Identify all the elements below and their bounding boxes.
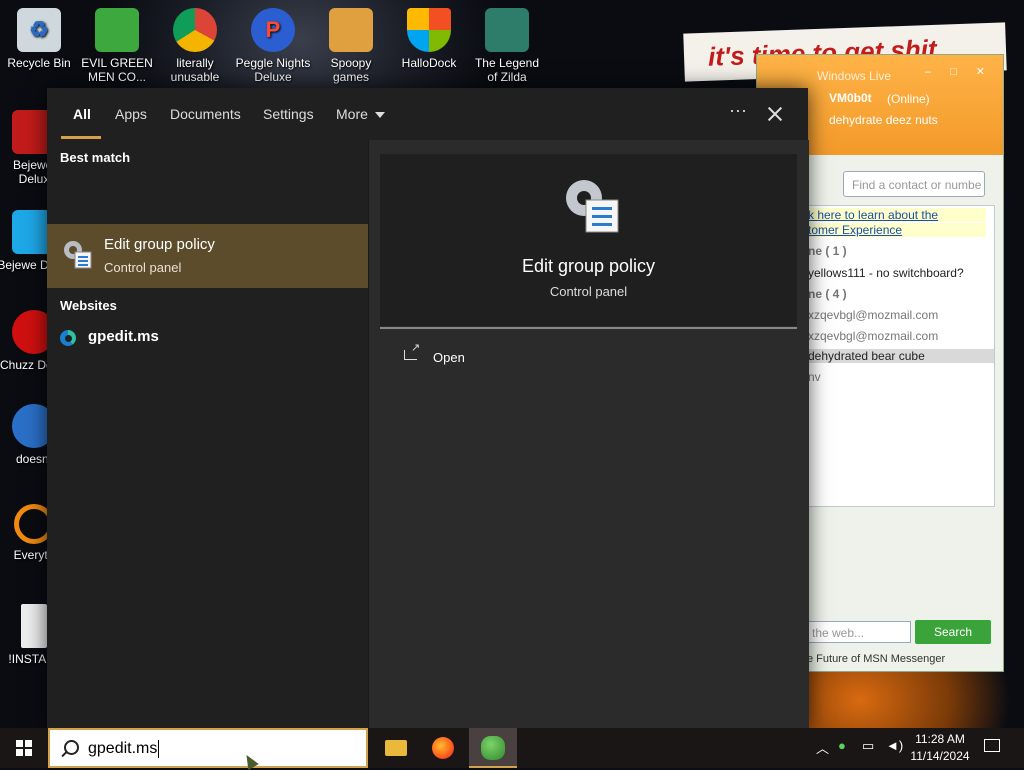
search-tabs: All Apps Documents Settings More ··· — [47, 88, 808, 140]
best-match-subtitle: Control panel — [104, 260, 182, 275]
open-icon — [404, 341, 420, 360]
windows-logo-icon — [16, 740, 32, 756]
clock-time[interactable]: 11:28 AM — [912, 732, 968, 746]
group-policy-icon — [64, 241, 92, 269]
msn-display-name[interactable]: VM0b0t — [829, 91, 872, 105]
close-icon[interactable] — [759, 98, 791, 130]
search-flyout[interactable]: All Apps Documents Settings More ··· Bes… — [47, 88, 809, 728]
active-tab-indicator — [61, 136, 101, 139]
msn-contact[interactable]: xzqevbgl@mozmail.com — [808, 329, 938, 343]
desktop-icon-chrome[interactable]: literally unusable — [157, 8, 233, 84]
tab-more-label: More — [336, 106, 368, 122]
desktop-icon-hallodock[interactable]: HalloDock — [391, 8, 467, 70]
taskbar-firefox[interactable] — [419, 728, 467, 768]
websites-heading: Websites — [60, 298, 117, 313]
text-caret — [158, 740, 160, 758]
desktop-icon-recycle-bin[interactable]: ♻ Recycle Bin — [1, 8, 77, 70]
network-icon[interactable]: ▭ — [862, 738, 874, 754]
tab-all[interactable]: All — [73, 106, 91, 122]
msn-info-link-2[interactable]: tomer Experience — [808, 223, 986, 237]
zilda-icon — [485, 8, 529, 52]
folder-icon — [385, 740, 407, 756]
desktop-icon-label: HalloDock — [401, 56, 457, 70]
clock-date[interactable]: 11/14/2024 — [908, 749, 972, 763]
msn-tray-icon[interactable]: ● — [838, 738, 846, 753]
msn-find-contact-input[interactable]: Find a contact or numbe — [843, 171, 985, 197]
best-match-heading: Best match — [60, 150, 131, 165]
volume-icon[interactable]: ◄) — [886, 738, 903, 753]
desktop-icon-evil-green-men[interactable]: EVIL GREEN MEN CO... — [79, 8, 155, 84]
start-button[interactable] — [0, 728, 48, 768]
tab-apps[interactable]: Apps — [115, 106, 147, 122]
tab-more[interactable]: More — [336, 106, 385, 122]
desktop-icon-label: Recycle Bin — [7, 56, 71, 70]
msn-status[interactable]: (Online) — [887, 92, 930, 106]
msn-people-icon — [95, 8, 139, 52]
msn-window-controls[interactable]: – □ ✕ — [925, 65, 993, 78]
taskbar-search-box[interactable]: gpedit.ms — [48, 728, 368, 768]
results-pane: Best match Edit group policy Control pan… — [47, 140, 368, 728]
best-match-title: Edit group policy — [104, 236, 215, 253]
chevron-down-icon — [374, 112, 385, 119]
taskbar-msn-messenger[interactable] — [469, 728, 517, 768]
text-document-icon — [21, 604, 47, 648]
desktop-icon-peggle[interactable]: P Peggle Nights Deluxe — [235, 8, 311, 84]
msn-window-title: Windows Live — [817, 69, 892, 83]
desktop-icon-legend-of-zilda[interactable]: The Legend of Zilda — [469, 8, 545, 84]
website-result-title: gpedit.ms — [88, 328, 159, 345]
tab-documents[interactable]: Documents — [170, 106, 241, 122]
preview-pane: Edit group policy Control panel Open — [368, 140, 809, 728]
firefox-icon — [432, 737, 454, 759]
msn-footer[interactable]: e Future of MSN Messenger — [807, 653, 945, 665]
preview-card: Edit group policy Control panel — [380, 154, 797, 326]
tab-settings[interactable]: Settings — [263, 106, 314, 122]
windows-shield-icon — [407, 8, 451, 52]
preview-subtitle: Control panel — [549, 284, 628, 299]
desktop-icon-label: Peggle Nights Deluxe — [235, 56, 311, 84]
open-action[interactable]: Open — [380, 340, 797, 376]
msn-group-online[interactable]: ne ( 1 ) — [808, 244, 847, 258]
msn-personal-message[interactable]: dehydrate deez nuts — [829, 113, 938, 127]
msn-contact[interactable]: xzqevbgl@mozmail.com — [808, 308, 938, 322]
msn-search-button[interactable]: Search — [915, 620, 991, 644]
notification-icon[interactable] — [984, 739, 1000, 752]
chrome-icon — [173, 8, 217, 52]
msn-contact-selected[interactable]: dehydrated bear cube — [804, 349, 994, 363]
msn-contact[interactable]: nv — [808, 370, 821, 384]
msn-contact-list[interactable]: k here to learn about the tomer Experien… — [803, 205, 995, 507]
msn-contact[interactable]: yellows111 - no switchboard? — [808, 266, 964, 280]
msn-messenger-icon — [481, 736, 505, 760]
search-input-value: gpedit.ms — [88, 740, 158, 758]
search-input[interactable]: gpedit.ms — [88, 740, 160, 758]
more-options-button[interactable]: ··· — [723, 100, 753, 124]
taskbar: gpedit.ms ︿ ● ▭ ◄) 11:28 AM 11/14/2024 — [0, 728, 1024, 768]
taskbar-file-explorer[interactable] — [371, 728, 419, 768]
chevron-up-icon[interactable]: ︿ — [816, 738, 829, 757]
folder-games-icon — [329, 8, 373, 52]
preview-title: Edit group policy — [521, 256, 656, 276]
edge-icon — [60, 330, 76, 346]
website-result[interactable]: gpedit.ms — [47, 326, 368, 356]
peggle-icon: P — [251, 8, 295, 52]
msn-info-link[interactable]: k here to learn about the — [808, 208, 986, 222]
msn-web-search-input[interactable]: the web... — [803, 621, 911, 643]
preview-divider — [380, 327, 797, 329]
desktop-icon-label: The Legend of Zilda — [474, 56, 540, 84]
desktop-icon-label: literally unusable — [170, 56, 220, 84]
search-icon — [64, 740, 79, 755]
desktop-icon-label: EVIL GREEN MEN CO... — [81, 56, 153, 84]
desktop-icon-spoopy-games[interactable]: Spoopy games — [313, 8, 389, 84]
recycle-bin-icon: ♻ — [17, 8, 61, 52]
open-action-label: Open — [433, 350, 465, 365]
desktop-icon-label: Spoopy games — [330, 56, 372, 84]
msn-group-offline[interactable]: ne ( 4 ) — [808, 287, 847, 301]
best-match-result[interactable]: Edit group policy Control panel — [47, 224, 368, 288]
group-policy-icon — [566, 180, 619, 233]
